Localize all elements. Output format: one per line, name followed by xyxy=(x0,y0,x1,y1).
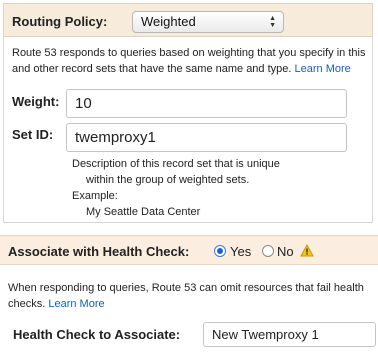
set-id-help: Description of this record set that is u… xyxy=(72,156,280,220)
warning-icon xyxy=(300,244,314,257)
select-arrows-icon: ▲ ▼ xyxy=(269,15,276,29)
set-id-help-line2: within the group of weighted sets. xyxy=(86,174,250,186)
set-id-help-example-value: My Seattle Data Center xyxy=(86,206,201,218)
weight-input[interactable]: 10 xyxy=(66,89,347,118)
set-id-label: Set ID: xyxy=(12,127,54,142)
weighted-settings-panel: Route 53 responds to queries based on we… xyxy=(3,37,373,223)
health-check-header: Associate with Health Check: Yes No xyxy=(0,235,378,265)
weighted-description: Route 53 responds to queries based on we… xyxy=(12,45,367,77)
health-check-description: When responding to queries, Route 53 can… xyxy=(8,280,370,312)
health-check-learn-more-link[interactable]: Learn More xyxy=(48,298,104,310)
health-check-yes-radio[interactable] xyxy=(214,245,226,257)
set-id-help-example-label: Example: xyxy=(72,190,118,202)
routing-policy-label: Routing Policy: xyxy=(12,14,108,29)
health-check-no-label[interactable]: No xyxy=(277,244,294,259)
weighted-learn-more-link[interactable]: Learn More xyxy=(295,63,351,75)
set-id-help-line1: Description of this record set that is u… xyxy=(72,158,280,170)
routing-policy-selected-value: Weighted xyxy=(141,14,196,29)
health-check-associate-input[interactable]: New Twemproxy 1 xyxy=(203,322,376,347)
health-check-yes-label[interactable]: Yes xyxy=(230,244,251,259)
health-check-label: Associate with Health Check: xyxy=(8,244,190,259)
routing-policy-header: Routing Policy: Weighted ▲ ▼ xyxy=(3,3,373,37)
routing-policy-select[interactable]: Weighted ▲ ▼ xyxy=(132,11,284,33)
health-check-associate-label: Health Check to Associate: xyxy=(13,327,181,342)
weight-label: Weight: xyxy=(12,94,60,109)
set-id-input[interactable]: twemproxy1 xyxy=(66,123,347,152)
health-check-no-radio[interactable] xyxy=(262,245,274,257)
